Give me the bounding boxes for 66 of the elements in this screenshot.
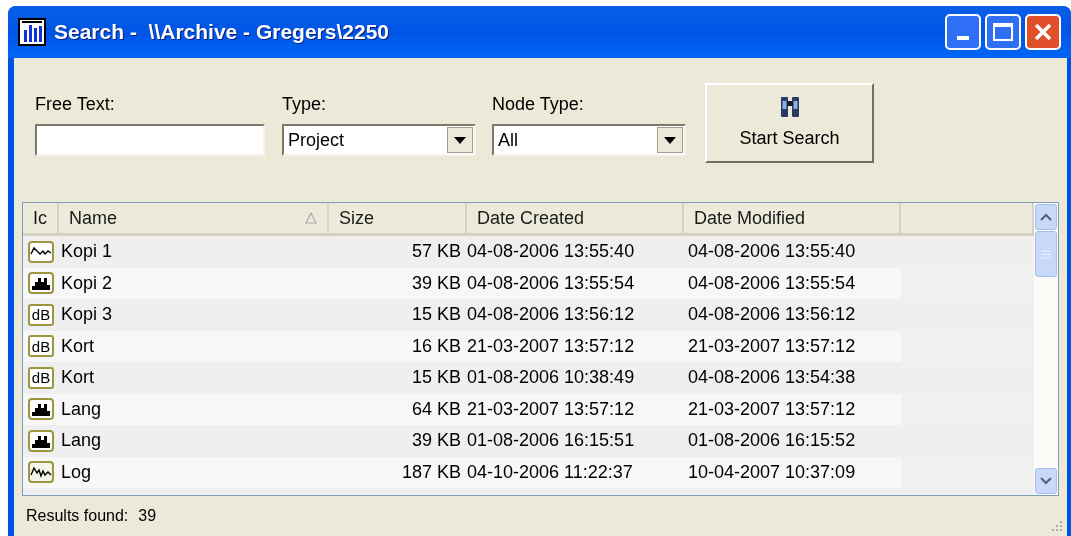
scroll-up-button[interactable] [1035, 204, 1057, 230]
table-cell-text: 15 KB [410, 366, 462, 390]
table-cell-text: 21-03-2007 13:57:12 [687, 397, 857, 421]
sort-ascending-icon [305, 212, 317, 224]
chevron-down-icon[interactable] [1040, 477, 1052, 485]
table-cell-text: 04-08-2006 13:56:12 [687, 303, 857, 327]
scroll-down-button[interactable] [1035, 468, 1057, 494]
field-label: Type: [282, 93, 328, 116]
table-cell-text: 21-03-2007 13:57:12 [467, 397, 636, 421]
window-title: Search - \\Archive - Gregers\2250 [54, 19, 390, 46]
table-cell-text: 10-04-2007 10:37:09 [687, 460, 857, 484]
chevron-up-icon[interactable] [1040, 213, 1052, 221]
waveform-icon [28, 461, 54, 484]
field-label: Free Text: [35, 93, 116, 116]
table-cell-text: 187 KB [400, 460, 462, 484]
table-cell-text: 04-08-2006 13:55:40 [467, 240, 636, 264]
table-cell-text: Log [60, 460, 93, 484]
decibel-icon: dB [28, 335, 54, 358]
bar-chart-icon [18, 18, 46, 46]
waveform-icon [28, 240, 54, 263]
field-label: Node Type: [492, 93, 585, 116]
dropdown[interactable]: Project [282, 124, 476, 156]
table-cell-text: Lang [60, 429, 103, 453]
table-cell-text: 15 KB [410, 303, 462, 327]
minimize-button[interactable] [945, 14, 981, 50]
table-cell-text: Kort [60, 334, 95, 358]
free-text-field[interactable] [35, 124, 265, 156]
table-cell-text: Kopi 3 [60, 303, 114, 327]
table-cell-text: 01-08-2006 10:38:49 [467, 366, 636, 390]
table-cell-text: 01-08-2006 16:15:51 [467, 429, 636, 453]
table-cell-text: 04-10-2006 11:22:37 [467, 460, 634, 484]
table-cell-text: 16 KB [410, 334, 462, 358]
resize-grip-icon[interactable] [1049, 518, 1063, 532]
table-cell-text: 04-08-2006 13:55:54 [467, 271, 636, 295]
histogram-icon [28, 398, 54, 421]
table-cell-text: 39 KB [410, 429, 462, 453]
close-icon[interactable] [1033, 22, 1053, 42]
table-cell-text: 21-03-2007 13:57:12 [687, 334, 857, 358]
table-cell-text: 04-08-2006 13:55:54 [687, 271, 857, 295]
scrollbar[interactable] [1034, 203, 1058, 495]
scroll-thumb[interactable] [1035, 231, 1057, 277]
table-cell-text: Kort [60, 366, 95, 390]
table-cell-text: Lang [60, 397, 103, 421]
table-cell-text: Kopi 1 [60, 240, 114, 264]
table-cell-text: 39 KB [410, 271, 462, 295]
table-cell-text: 57 KB [410, 240, 462, 264]
decibel-icon: dB [28, 366, 54, 389]
close-button[interactable] [1025, 14, 1061, 50]
decibel-icon: dB [28, 303, 54, 326]
binoculars-icon [778, 94, 801, 119]
start-search-button[interactable]: Start Search [705, 83, 874, 163]
table-cell-text: 04-08-2006 13:55:40 [687, 240, 857, 264]
dropdown[interactable]: All [492, 124, 686, 156]
histogram-icon [28, 272, 54, 295]
table-cell-text: 04-08-2006 13:56:12 [467, 303, 636, 327]
status-label: Results found: [26, 506, 129, 526]
histogram-icon [28, 429, 54, 452]
maximize-button[interactable] [985, 14, 1021, 50]
dropdown-caret-icon[interactable] [657, 127, 683, 153]
table-cell-text: 64 KB [410, 397, 462, 421]
results-count: 39 [138, 506, 158, 526]
table-cell-text: 04-08-2006 13:54:38 [687, 366, 857, 390]
table-cell-text: 21-03-2007 13:57:12 [467, 334, 636, 358]
dropdown-caret-icon[interactable] [447, 127, 473, 153]
table-cell-text: Kopi 2 [60, 271, 114, 295]
table-cell-text: 01-08-2006 16:15:52 [687, 429, 857, 453]
